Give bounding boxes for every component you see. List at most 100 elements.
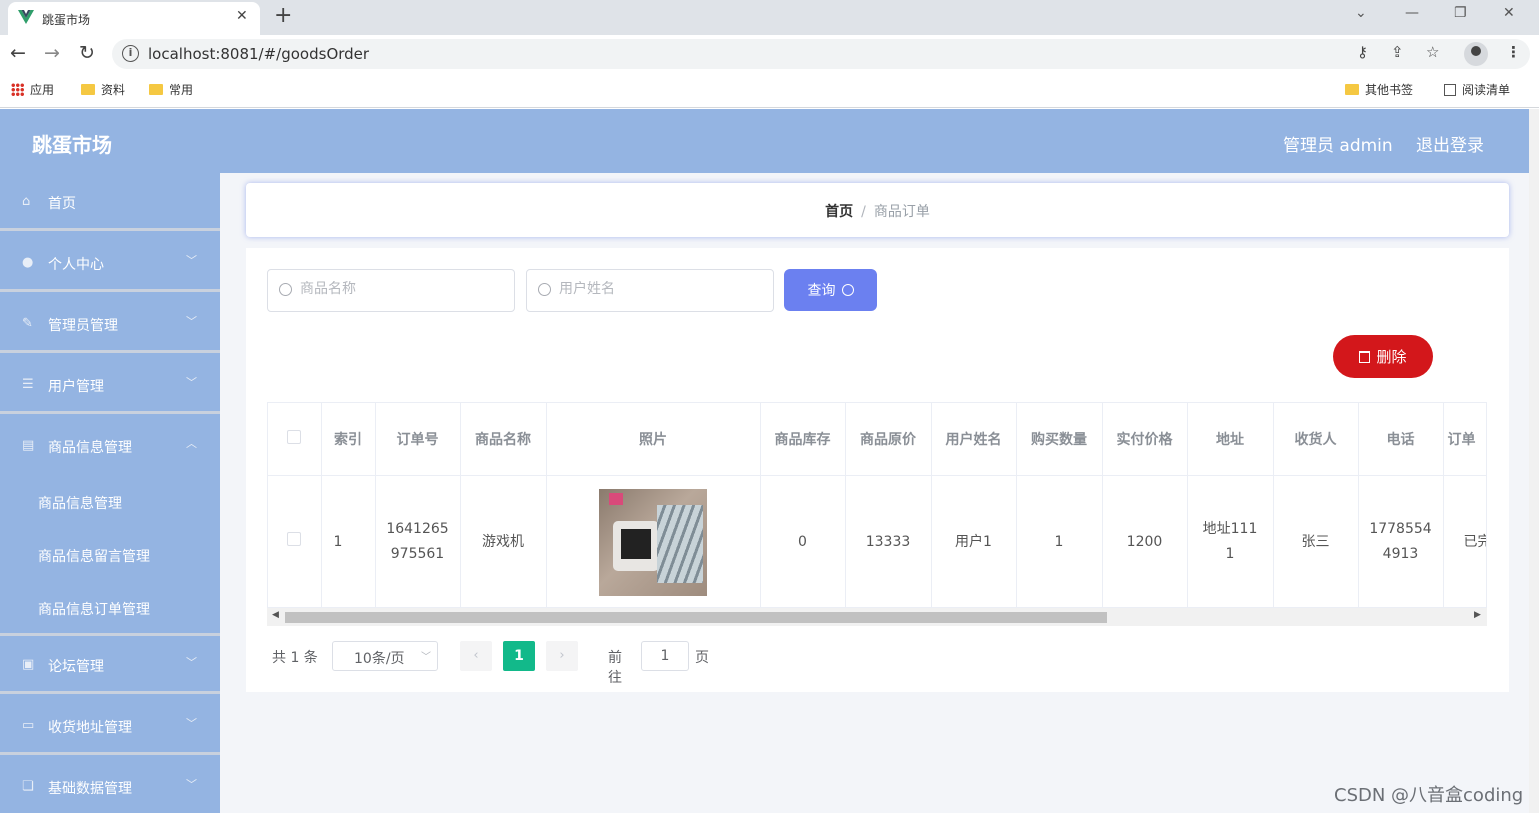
prev-page-button[interactable]: ‹ xyxy=(460,641,492,671)
restore-icon[interactable]: ❐ xyxy=(1454,5,1467,21)
site-info-icon[interactable]: i xyxy=(122,45,139,62)
table-horizontal-scrollbar[interactable]: ◀ ▶ xyxy=(267,608,1487,626)
close-window-icon[interactable]: ✕ xyxy=(1503,5,1515,21)
sidebar-item-basic-data[interactable]: ❏ 基础数据管理 ﹀ xyxy=(0,758,220,816)
page-scrollbar[interactable] xyxy=(1529,109,1539,813)
column-header: 商品库存 xyxy=(760,403,846,476)
star-icon[interactable]: ☆ xyxy=(1426,43,1439,61)
page-size-select[interactable]: 10条/页 ﹀ xyxy=(332,641,438,671)
app-logo: 跳蛋市场 xyxy=(32,133,112,157)
url-text[interactable]: localhost:8081/#/goodsOrder xyxy=(148,45,369,63)
chevron-up-icon: ︿ xyxy=(186,437,197,450)
bookmark-apps[interactable]: 应用 xyxy=(11,81,54,98)
app-header: 跳蛋市场 管理员 admin 退出登录 xyxy=(0,109,1529,173)
share-icon[interactable]: ⇪ xyxy=(1391,43,1404,61)
next-page-button[interactable]: › xyxy=(546,641,578,671)
column-header: 实付价格 xyxy=(1102,403,1188,476)
page-suffix: 页 xyxy=(695,650,709,666)
current-user: 管理员 admin xyxy=(1283,136,1393,156)
delete-button[interactable]: 删除 xyxy=(1333,335,1433,378)
cell-user-name: 用户1 xyxy=(931,475,1017,607)
logout-link[interactable]: 退出登录 xyxy=(1416,131,1484,156)
scroll-right-icon[interactable]: ▶ xyxy=(1474,610,1481,620)
sidebar-item-profile[interactable]: ● 个人中心 ﹀ xyxy=(0,234,220,292)
goods-name-field[interactable] xyxy=(267,269,515,312)
search-icon xyxy=(841,284,854,296)
new-tab-icon[interactable]: + xyxy=(274,3,292,29)
document-icon: ▤ xyxy=(22,438,35,453)
goto-page-input[interactable] xyxy=(641,641,689,671)
select-all-cell[interactable] xyxy=(268,403,322,476)
profile-icon[interactable] xyxy=(1464,42,1488,66)
sidebar-item-users[interactable]: ☰ 用户管理 ﹀ xyxy=(0,356,220,414)
url-box[interactable]: i localhost:8081/#/goodsOrder xyxy=(112,39,1530,69)
sidebar-item-admin[interactable]: ✎ 管理员管理 ﹀ xyxy=(0,295,220,353)
tab-search-icon[interactable]: ⌄ xyxy=(1355,5,1367,21)
list-icon: ☰ xyxy=(22,377,34,392)
query-button[interactable]: 查询 xyxy=(784,269,877,311)
column-header: 收货人 xyxy=(1273,403,1359,476)
vue-logo-icon xyxy=(18,10,34,24)
forum-icon: ▣ xyxy=(22,657,35,672)
chevron-down-icon: ﹀ xyxy=(186,376,197,389)
sidebar-item-goods[interactable]: ▤ 商品信息管理 ︿ xyxy=(0,417,220,475)
content-card: 查询 删除 索引 订单号 商品名称 照片 商品库存 商品原价 xyxy=(246,248,1509,692)
table-row[interactable]: 1 1641265975561 游戏机 0 13333 用户1 1 1200 地… xyxy=(268,475,1486,607)
sidebar-subitem-goods-info[interactable]: 商品信息管理 xyxy=(38,493,122,513)
browser-tab-bar: 跳蛋市场 ✕ + ⌄ — ❐ ✕ xyxy=(0,0,1539,35)
pagination-total: 共 1 条 xyxy=(272,650,318,666)
column-header: 电话 xyxy=(1358,403,1444,476)
cell-order-no: 1641265975561 xyxy=(375,475,461,607)
chevron-down-icon: ﹀ xyxy=(186,778,197,791)
user-name-input[interactable] xyxy=(559,281,759,297)
search-icon xyxy=(279,283,292,296)
user-name-field[interactable] xyxy=(526,269,774,312)
back-icon[interactable]: ← xyxy=(10,43,26,63)
column-header: 索引 xyxy=(321,403,376,476)
browser-tab[interactable]: 跳蛋市场 ✕ xyxy=(8,2,260,35)
row-checkbox[interactable] xyxy=(287,531,302,546)
column-header: 订单号 xyxy=(375,403,461,476)
current-page-button[interactable]: 1 xyxy=(503,641,535,671)
bookmark-folder[interactable]: 常用 xyxy=(149,81,193,98)
cell-original-price: 13333 xyxy=(845,475,932,607)
cell-index: 1 xyxy=(321,475,376,607)
column-header: 商品原价 xyxy=(845,403,932,476)
reading-list[interactable]: 阅读清单 xyxy=(1444,81,1510,98)
sidebar-subitem-goods-comments[interactable]: 商品信息留言管理 xyxy=(38,546,150,566)
breadcrumb: 首页 / 商品订单 xyxy=(246,183,1509,237)
admin-icon: ✎ xyxy=(22,316,33,331)
reload-icon[interactable]: ↻ xyxy=(79,43,95,63)
sidebar-item-forum[interactable]: ▣ 论坛管理 ﹀ xyxy=(0,636,220,694)
trash-icon xyxy=(1359,350,1371,363)
cell-address: 地址1111 xyxy=(1187,475,1274,607)
sidebar-item-home[interactable]: ⌂ 首页 xyxy=(0,173,220,231)
user-icon: ● xyxy=(22,255,34,270)
cell-stock: 0 xyxy=(760,475,846,607)
sidebar: ⌂ 首页 ● 个人中心 ﹀ ✎ 管理员管理 ﹀ ☰ 用户管理 ﹀ ▤ 商品信息管… xyxy=(0,173,220,813)
table-header-row: 索引 订单号 商品名称 照片 商品库存 商品原价 用户姓名 购买数量 实付价格 … xyxy=(268,403,1486,476)
product-photo[interactable] xyxy=(599,488,707,596)
address-bar-row: ← → ↻ i localhost:8081/#/goodsOrder ⚷ ⇪ … xyxy=(0,35,1539,73)
key-icon[interactable]: ⚷ xyxy=(1357,43,1368,61)
tab-close-icon[interactable]: ✕ xyxy=(236,8,248,24)
cell-quantity: 1 xyxy=(1016,475,1103,607)
breadcrumb-home[interactable]: 首页 xyxy=(825,204,853,220)
sidebar-subitem-goods-orders[interactable]: 商品信息订单管理 xyxy=(38,599,150,619)
select-all-checkbox[interactable] xyxy=(287,429,302,444)
column-header: 商品名称 xyxy=(460,403,547,476)
goods-name-input[interactable] xyxy=(300,281,500,297)
scroll-left-icon[interactable]: ◀ xyxy=(272,610,279,620)
cell-paid-price: 1200 xyxy=(1102,475,1188,607)
bookmark-other[interactable]: 其他书签 xyxy=(1345,81,1413,98)
forward-icon[interactable]: → xyxy=(44,43,60,63)
menu-dots-icon[interactable]: ⋮ xyxy=(1506,43,1521,61)
sidebar-item-address[interactable]: ▭ 收货地址管理 ﹀ xyxy=(0,697,220,755)
folder-icon xyxy=(1345,84,1359,95)
column-header: 购买数量 xyxy=(1016,403,1103,476)
bookmark-folder[interactable]: 资料 xyxy=(81,81,125,98)
home-icon: ⌂ xyxy=(22,194,31,209)
scrollbar-thumb[interactable] xyxy=(285,612,1107,623)
minimize-icon[interactable]: — xyxy=(1405,5,1419,21)
bookmarks-bar: 应用 资料 常用 其他书签 阅读清单 xyxy=(0,73,1539,108)
